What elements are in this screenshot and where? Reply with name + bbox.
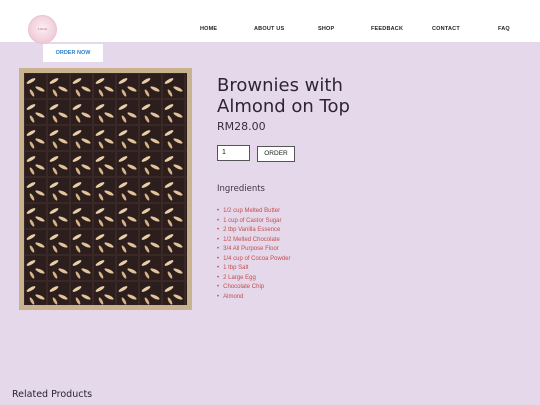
nav-shop[interactable]: SHOP <box>318 26 334 32</box>
ingredient-item: Almond <box>217 293 290 303</box>
brand-logo[interactable]: LOGO <box>28 15 57 44</box>
ingredient-item: 3/4 All Purpose Floor <box>217 245 290 255</box>
logo-text: LOGO <box>37 27 48 31</box>
ingredients-heading: Ingredients <box>217 184 265 194</box>
order-button[interactable]: ORDER <box>257 146 295 162</box>
ingredient-item: 1/4 cup of Cocoa Powder <box>217 255 290 265</box>
ingredient-item: 1/2 Melted Chocolate <box>217 236 290 246</box>
product-image <box>19 68 192 310</box>
related-products-heading: Related Products <box>12 389 93 400</box>
brownie-illustration <box>24 73 187 305</box>
title-line-2: Almond on Top <box>217 96 350 118</box>
product-price: RM28.00 <box>217 120 266 133</box>
product-title: Brownies with Almond on Top <box>217 75 417 117</box>
nav-about-us[interactable]: ABOUT US <box>254 26 284 32</box>
ingredient-item: 2 tbp Vanilla Essence <box>217 226 290 236</box>
site-header: LOGO HOME ABOUT US SHOP FEEDBACK CONTACT… <box>0 0 540 44</box>
title-line-1: Brownies with <box>217 75 343 96</box>
ingredient-item: 2 Large Egg <box>217 274 290 284</box>
nav-faq[interactable]: FAQ <box>498 26 510 32</box>
nav-home[interactable]: HOME <box>200 26 217 32</box>
nav-feedback[interactable]: FEEDBACK <box>371 26 403 32</box>
ingredient-item: 1/2 cup Melted Butter <box>217 207 290 217</box>
order-now-button[interactable]: ORDER NOW <box>43 44 103 62</box>
ingredients-list: 1/2 cup Melted Butter 1 cup of Castor Su… <box>217 207 290 302</box>
brownie-tray <box>24 73 187 305</box>
nav-contact[interactable]: CONTACT <box>432 26 460 32</box>
ingredient-item: Chocolate Chip <box>217 283 290 293</box>
quantity-input[interactable]: 1 <box>217 145 250 161</box>
ingredient-item: 1 tbp Salt <box>217 264 290 274</box>
ingredient-item: 1 cup of Castor Sugar <box>217 217 290 227</box>
